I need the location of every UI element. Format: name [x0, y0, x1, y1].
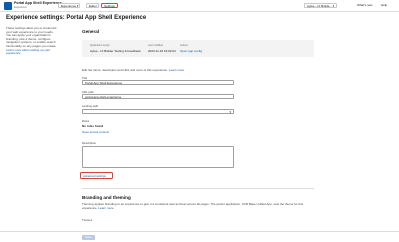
open-access-controls-link[interactable]: Open access controls [82, 130, 109, 134]
chevron-down-icon: ▾ [229, 110, 231, 114]
branding-heading: Branding and theming [82, 195, 131, 200]
app-scope-value: Aytee - UI Builder Testing & Feedback [90, 49, 141, 53]
page-description: These settings allow you to customize yo… [6, 26, 58, 56]
experience-selector[interactable]: Experience ▾ [58, 3, 80, 8]
branding-description: Theming applies branding to an experienc… [82, 202, 314, 210]
top-bar: Portal App Shell Experience Experience E… [0, 0, 399, 12]
advanced-settings-highlight: Advanced settings [80, 172, 113, 179]
last-modified-label: Last modified [148, 44, 163, 47]
edit-description: Edit the name, description and URL and m… [82, 68, 184, 72]
last-modified-value: 2023-11-16 16:02:04 [148, 49, 176, 53]
page-description-text: These settings allow you to customize yo… [6, 26, 57, 48]
branding-text: Theming applies branding to an experienc… [82, 202, 304, 210]
settings-tab[interactable]: Settings [101, 3, 118, 8]
editor-tab[interactable]: Editor [86, 3, 99, 8]
roles-label: Roles [82, 119, 90, 123]
app-title: Portal App Shell Experience [14, 1, 62, 5]
title-input[interactable]: Portal App Shell Experience [82, 80, 234, 85]
page-title: Experience settings: Portal App Shell Ex… [6, 15, 147, 21]
edit-learn-more-link[interactable]: Learn more [169, 68, 184, 72]
actions-label: Actions [180, 44, 189, 47]
advanced-settings-link[interactable]: Advanced settings [83, 174, 106, 178]
url-path-input[interactable]: portal-app-shell-experience [82, 94, 234, 99]
app-scope-label: Application scope [90, 44, 110, 47]
edit-text: Edit the name, description and URL and m… [82, 68, 168, 72]
description-label: Description [82, 141, 96, 145]
branding-learn-more-link[interactable]: Learn more [98, 206, 113, 210]
themes-label: Themes [82, 218, 93, 222]
help-link[interactable]: Help [381, 3, 387, 8]
whats-new-link[interactable]: What's new [357, 3, 372, 8]
app-subtitle: Experience [14, 6, 27, 9]
save-button[interactable]: Save [82, 235, 95, 240]
open-app-config-link[interactable]: Open app config [180, 49, 202, 53]
experience-info-box: Application scope Aytee - UI Builder Tes… [82, 40, 314, 57]
landing-path-select[interactable]: ▾ [82, 109, 234, 114]
site-selector[interactable]: Aytee - UI Builde... ▾ [304, 3, 338, 8]
roles-value: No roles found [82, 124, 104, 128]
section-divider [82, 188, 314, 189]
footer-bar: Save [0, 231, 399, 242]
general-heading: General [82, 29, 100, 34]
description-textarea[interactable] [82, 146, 234, 168]
learn-more-setup-link[interactable]: Learn more about setting up your experie… [6, 48, 50, 56]
landing-path-label: Landing path [82, 104, 99, 108]
app-logo-icon [4, 2, 12, 10]
